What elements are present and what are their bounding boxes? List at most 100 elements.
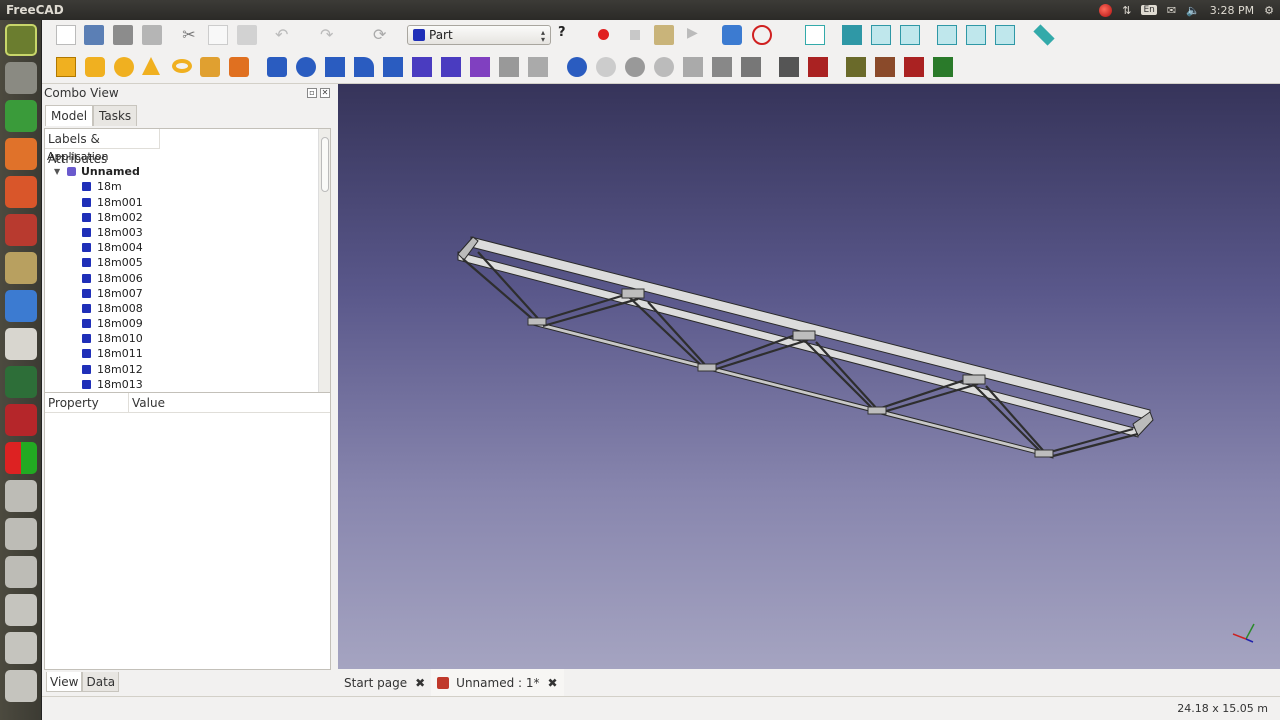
part-sphere-icon[interactable] <box>114 57 134 77</box>
float-panel-icon[interactable]: ▫ <box>307 88 317 98</box>
measure-toggle-icon[interactable] <box>933 57 953 77</box>
draw-style-icon[interactable] <box>752 25 772 45</box>
part-mirror-icon[interactable] <box>325 57 345 77</box>
copy-icon[interactable] <box>208 25 228 45</box>
tree-column-header[interactable]: Labels & Attributes <box>45 129 160 166</box>
tree-object-item[interactable]: 18m007 <box>45 286 330 301</box>
record-indicator-icon[interactable] <box>1099 3 1113 17</box>
measure-angular-icon[interactable] <box>875 57 895 77</box>
measure-icon[interactable] <box>1033 24 1055 46</box>
redo-icon[interactable]: ↷ <box>320 25 340 45</box>
network-icon[interactable]: ⇅ <box>1122 4 1131 17</box>
tree-document-item[interactable]: ▼ Unnamed <box>45 164 330 179</box>
part-ruled-surface-icon[interactable] <box>441 57 461 77</box>
firefox-icon[interactable] <box>5 138 37 170</box>
volume-icon[interactable]: 🔈 <box>1186 4 1200 17</box>
new-file-icon[interactable] <box>56 25 76 45</box>
tree-object-item[interactable]: 18m005 <box>45 255 330 270</box>
part-fillet-icon[interactable] <box>354 57 374 77</box>
tree-object-item[interactable]: 18m010 <box>45 331 330 346</box>
tab-data[interactable]: Data <box>82 672 120 692</box>
fuse-icon[interactable] <box>625 57 645 77</box>
macro-stop-icon[interactable] <box>630 30 640 40</box>
tree-scrollbar[interactable] <box>318 129 330 427</box>
tab-view[interactable]: View <box>46 672 83 692</box>
settings-gear-icon[interactable]: ⚙ <box>1264 4 1274 17</box>
part-box-icon[interactable] <box>56 57 76 77</box>
whats-this-icon[interactable]: ? <box>558 25 578 45</box>
tree-object-item[interactable]: 18m012 <box>45 362 330 377</box>
section-icon[interactable] <box>683 57 703 77</box>
part-cylinder-icon[interactable] <box>85 57 105 77</box>
cut-icon[interactable]: ✂ <box>179 25 199 45</box>
part-extrude-icon[interactable] <box>267 57 287 77</box>
view-top-icon[interactable] <box>871 25 891 45</box>
close-tab-icon[interactable]: ✖ <box>548 676 558 690</box>
common-icon[interactable] <box>654 57 674 77</box>
scrollbar-thumb[interactable] <box>321 137 329 192</box>
keyboard-language[interactable]: En <box>1141 5 1157 15</box>
tree-object-item[interactable]: 18m011 <box>45 346 330 361</box>
print-icon[interactable] <box>142 25 162 45</box>
tree-object-item[interactable]: 18m003 <box>45 225 330 240</box>
compound-icon[interactable] <box>741 57 761 77</box>
view-left-icon[interactable] <box>995 25 1015 45</box>
text-editor-icon[interactable] <box>5 328 37 360</box>
check-geometry-icon[interactable] <box>808 57 828 77</box>
boolean-icon[interactable] <box>567 57 587 77</box>
tree-object-item[interactable]: 18m <box>45 179 330 194</box>
view-rear-icon[interactable] <box>937 25 957 45</box>
part-cone-icon[interactable] <box>142 57 160 75</box>
part-chamfer-icon[interactable] <box>383 57 403 77</box>
tab-tasks[interactable]: Tasks <box>93 105 138 126</box>
files-icon[interactable] <box>5 62 37 94</box>
drive-icon[interactable] <box>5 480 37 512</box>
cross-sections-icon[interactable] <box>712 57 732 77</box>
view-bottom-icon[interactable] <box>966 25 986 45</box>
measure-linear-icon[interactable] <box>846 57 866 77</box>
paste-icon[interactable] <box>237 25 257 45</box>
expand-arrow-icon[interactable]: ▼ <box>54 164 60 179</box>
tab-unnamed-document[interactable]: Unnamed : 1* ✖ <box>431 669 564 696</box>
open-file-icon[interactable] <box>84 25 104 45</box>
fit-all-icon[interactable] <box>722 25 742 45</box>
drive-icon[interactable] <box>5 556 37 588</box>
3d-viewport[interactable] <box>338 84 1280 669</box>
freecad-icon[interactable] <box>5 404 37 436</box>
macro-run-icon[interactable]: ▶ <box>687 25 707 45</box>
tree-object-item[interactable]: 18m013 <box>45 377 330 392</box>
close-panel-icon[interactable]: ✕ <box>320 88 330 98</box>
property-column-header[interactable]: Property <box>45 393 129 412</box>
drive-icon[interactable] <box>5 518 37 550</box>
system-settings-icon[interactable] <box>5 214 37 246</box>
value-column-header[interactable]: Value <box>129 393 165 412</box>
part-revolve-icon[interactable] <box>296 57 316 77</box>
part-offset-icon[interactable] <box>528 57 548 77</box>
refresh-icon[interactable]: ⟳ <box>373 25 393 45</box>
usb-drive-icon[interactable] <box>5 670 37 702</box>
tree-object-item[interactable]: 18m009 <box>45 316 330 331</box>
usb-drive-icon[interactable] <box>5 632 37 664</box>
cut-boolean-icon[interactable] <box>596 57 616 77</box>
part-tube-icon[interactable] <box>200 57 220 77</box>
part-primitives-icon[interactable] <box>229 57 249 77</box>
part-torus-icon[interactable] <box>172 59 192 73</box>
chromium-icon[interactable] <box>5 290 37 322</box>
part-loft-icon[interactable] <box>470 57 490 77</box>
tree-object-item[interactable]: 18m006 <box>45 271 330 286</box>
usb-drive-icon[interactable] <box>5 594 37 626</box>
view-right-icon[interactable] <box>900 25 920 45</box>
macro-record-icon[interactable] <box>598 29 609 40</box>
part-sweep-icon[interactable] <box>499 57 519 77</box>
clock[interactable]: 3:28 PM <box>1210 4 1254 17</box>
save-icon[interactable] <box>113 25 133 45</box>
view-isometric-icon[interactable] <box>805 25 825 45</box>
close-tab-icon[interactable]: ✖ <box>415 676 425 690</box>
software-center-icon[interactable] <box>5 176 37 208</box>
dash-home-icon[interactable] <box>5 24 37 56</box>
globe-icon[interactable] <box>5 366 37 398</box>
tab-model[interactable]: Model <box>45 105 94 126</box>
mail-icon[interactable]: ✉ <box>1167 4 1176 17</box>
shape-builder-icon[interactable] <box>779 57 799 77</box>
part-make-face-icon[interactable] <box>412 57 432 77</box>
